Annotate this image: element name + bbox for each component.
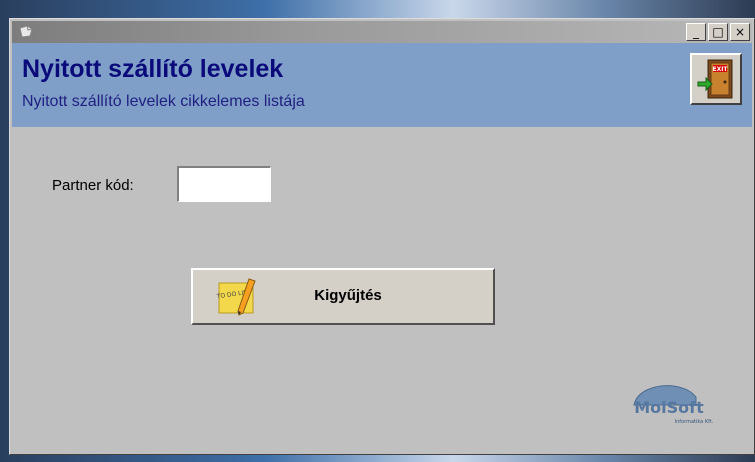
- collect-button-label: Kigyűjtés: [314, 287, 382, 304]
- maximize-button[interactable]: □: [708, 23, 728, 41]
- page-title: Nyitott szállító levelek: [22, 55, 284, 83]
- collect-button[interactable]: TO DO LIST Kigyűjtés: [191, 268, 495, 325]
- exit-door-icon: EXIT: [697, 59, 733, 99]
- partner-code-input[interactable]: [177, 166, 271, 202]
- exit-sign-text: EXIT: [712, 66, 728, 73]
- logo-brand-text: MolSoft: [634, 398, 704, 417]
- window-controls: _ □ ×: [686, 23, 750, 41]
- partner-code-label: Partner kód:: [52, 177, 134, 194]
- molsoft-logo: MolSoft Informatika Kft.: [633, 385, 714, 425]
- exit-button[interactable]: EXIT: [690, 53, 742, 105]
- page-header: Nyitott szállító levelek Nyitott szállít…: [12, 43, 752, 127]
- logo-tagline-text: Informatika Kft.: [675, 419, 714, 425]
- close-button[interactable]: ×: [730, 23, 750, 41]
- minimize-button[interactable]: _: [686, 23, 706, 41]
- app-icon: [19, 25, 33, 38]
- window-titlebar[interactable]: _ □ ×: [12, 21, 752, 43]
- app-window: _ □ × Nyitott szállító levelek Nyitott s…: [9, 18, 755, 455]
- page-subtitle: Nyitott szállító levelek cikkelemes list…: [22, 93, 305, 110]
- content-area: Partner kód: TO DO LIST Kigyűjtés MolSof…: [12, 127, 752, 452]
